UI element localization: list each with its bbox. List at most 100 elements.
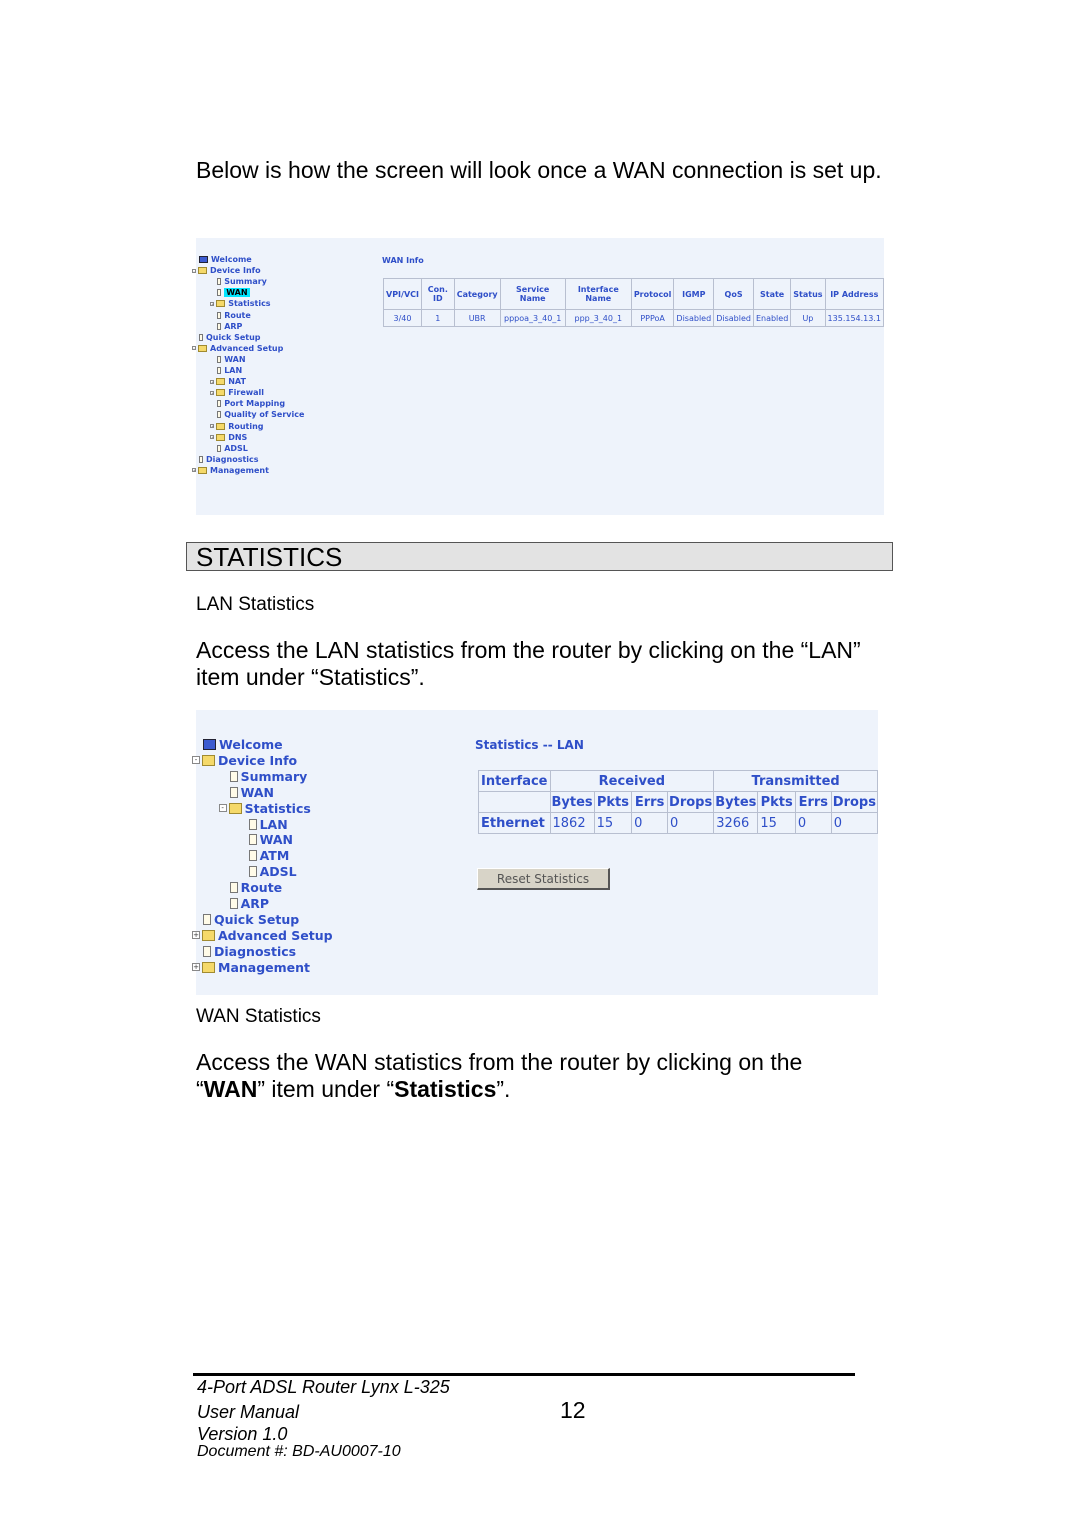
text: ”.: [496, 1076, 511, 1102]
tree-item-label: Management: [218, 959, 311, 975]
wan-info-screenshot: Welcome - Device Info Summary WAN + Statistics…: [192, 238, 885, 515]
tree-item[interactable]: ARP: [229, 896, 269, 911]
page-icon: [217, 289, 222, 297]
tree-item[interactable]: + DNS: [210, 432, 248, 442]
table-cell: Bytes: [549, 791, 595, 813]
page-icon: [199, 455, 203, 463]
tree-item-label: LAN: [224, 366, 243, 375]
col-interface: Interface: [478, 770, 551, 792]
tree-item-label: ATM: [259, 848, 290, 864]
page-icon: [217, 367, 222, 374]
expand-icon[interactable]: +: [210, 435, 215, 440]
folder-open-icon: [198, 344, 207, 352]
tree-item[interactable]: Welcome: [199, 255, 252, 264]
tree-item-label: Advanced Setup: [218, 927, 333, 943]
tree-item[interactable]: Route: [217, 311, 251, 320]
table-cell: Bytes: [713, 791, 759, 813]
tree-item[interactable]: + Management: [192, 465, 269, 475]
table-cell: Disabled: [713, 309, 754, 327]
expand-icon[interactable]: +: [210, 424, 215, 428]
tree-item-label: ADSL: [224, 443, 248, 453]
table-cell: pppoa_3_40_1: [499, 309, 566, 327]
lan-statistics-table: Interface Received Transmitted Bytes Pkts…: [478, 770, 879, 834]
page-icon: [217, 444, 222, 452]
tree-item-label: Port Mapping: [224, 399, 286, 409]
panel-title: WAN Info: [382, 256, 424, 265]
reset-statistics-button[interactable]: Reset Statistics: [477, 868, 610, 890]
manual-page: Below is how the screen will look once a…: [0, 0, 1080, 1527]
footer-version: Version 1.0: [197, 1424, 288, 1444]
expand-icon[interactable]: +: [210, 390, 215, 395]
table-cell: Drops: [667, 791, 715, 813]
expand-icon[interactable]: +: [192, 931, 200, 940]
folder-icon: [216, 433, 226, 441]
expand-icon[interactable]: +: [192, 468, 196, 473]
tree-item[interactable]: - Statistics: [218, 801, 311, 816]
tree-item[interactable]: + Statistics: [210, 299, 271, 308]
tree-item[interactable]: Quick Setup: [199, 333, 261, 342]
tree-item-label: Summary: [224, 277, 267, 287]
tree-item[interactable]: Port Mapping: [217, 399, 285, 408]
tree-item[interactable]: ARP: [217, 322, 242, 331]
text: Statistics: [394, 1076, 497, 1102]
folder-icon: [216, 300, 226, 308]
table-cell: IP Address: [824, 278, 885, 310]
tree-item-label: Device Info: [218, 752, 298, 768]
table-cell: Service Name: [499, 278, 566, 310]
tree-item[interactable]: LAN: [248, 817, 288, 832]
tree-item-label: Diagnostics: [214, 943, 297, 959]
collapse-icon[interactable]: -: [192, 346, 196, 351]
tree-item[interactable]: Quick Setup: [203, 912, 299, 927]
tree-item[interactable]: Diagnostics: [203, 944, 296, 959]
collapse-icon[interactable]: -: [218, 804, 227, 813]
tree-item[interactable]: Summary: [217, 277, 267, 286]
tree-item[interactable]: + Advanced Setup: [192, 927, 333, 943]
tree-item[interactable]: + Routing: [210, 421, 264, 431]
tree-item-label: WAN: [240, 784, 274, 800]
expand-icon[interactable]: +: [210, 301, 215, 306]
text: WAN: [203, 1076, 258, 1102]
tree-item[interactable]: WAN: [229, 784, 274, 800]
lan-statistics-text: Access the LAN statistics from the route…: [196, 637, 861, 690]
table-cell: Protocol: [630, 278, 675, 310]
tree-item[interactable]: - Device Info: [192, 266, 261, 275]
tree-item-label: Routing: [228, 421, 264, 431]
table-cell: UBR: [453, 309, 501, 327]
folder-icon: [216, 378, 226, 386]
tree-item[interactable]: Summary: [229, 769, 307, 784]
table-cell: Pkts: [757, 791, 796, 813]
tree-item[interactable]: Route: [229, 880, 282, 895]
tree-item[interactable]: + Management: [192, 959, 311, 975]
col-received: Received: [549, 770, 715, 792]
page-icon: [217, 355, 222, 363]
tree-item[interactable]: - Advanced Setup: [192, 344, 283, 353]
tree-item-label: DNS: [228, 432, 248, 442]
tree-item[interactable]: + NAT: [210, 377, 246, 386]
folder-icon: [216, 422, 226, 430]
tree-item[interactable]: WAN: [217, 288, 250, 298]
table-cell: 15: [757, 812, 796, 834]
tree-item[interactable]: Welcome: [203, 737, 283, 752]
tree-item[interactable]: LAN: [217, 366, 242, 375]
panel-title: Statistics -- LAN: [475, 738, 584, 752]
tree-item[interactable]: WAN: [217, 355, 246, 364]
tree-item[interactable]: ADSL: [217, 444, 248, 453]
col-transmitted: Transmitted: [713, 770, 878, 792]
tree-item[interactable]: ADSL: [248, 864, 297, 880]
tree-item[interactable]: Diagnostics: [199, 455, 259, 464]
tree-item-label: Management: [210, 465, 269, 475]
tree-item[interactable]: ATM: [248, 848, 290, 864]
expand-icon[interactable]: +: [210, 379, 215, 384]
tree-item[interactable]: WAN: [248, 832, 293, 847]
tree-item-label: Welcome: [211, 255, 252, 264]
table-cell: Status: [790, 278, 826, 310]
tree-item[interactable]: + Firewall: [210, 388, 264, 397]
tree-item[interactable]: Quality of Service: [217, 410, 304, 419]
table-cell: Up: [790, 309, 826, 327]
expand-icon[interactable]: +: [192, 963, 200, 972]
lan-statistics-screenshot: Welcome - Device Info Summary WAN - Statistics…: [192, 710, 879, 995]
collapse-icon[interactable]: -: [192, 756, 200, 765]
tree-item[interactable]: - Device Info: [192, 752, 298, 768]
tree-item-label: ADSL: [259, 864, 297, 880]
collapse-icon[interactable]: -: [192, 268, 196, 273]
